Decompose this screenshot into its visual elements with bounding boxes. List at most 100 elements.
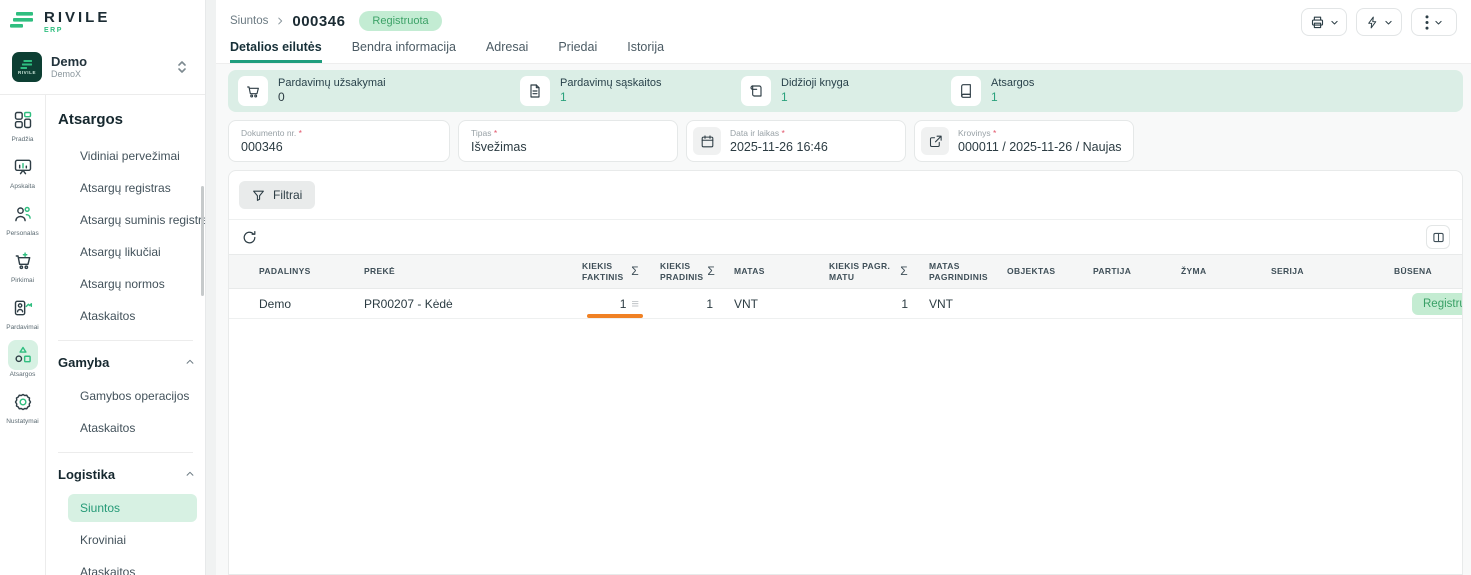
sum-sigma-icon[interactable]: Σ <box>627 264 639 279</box>
sidebar-item-atsargų-normos[interactable]: Atsargų normos <box>68 270 197 298</box>
field-value: 000346 <box>241 140 302 154</box>
tab-bendra-informacija[interactable]: Bendra informacija <box>352 40 456 63</box>
column-header-kiekis_pagr_matu[interactable]: KIEKIS PAGR. MATUΣ <box>816 255 916 288</box>
sidebar-item-siuntos[interactable]: Siuntos <box>68 494 197 522</box>
column-header-padalinys[interactable]: PADALINYS <box>229 255 351 288</box>
cargo-field[interactable]: Krovinys *000011 / 2025-11-26 / Naujas <box>914 120 1134 162</box>
datetime-field[interactable]: Data ir laikas *2025-11-26 16:46 <box>686 120 906 162</box>
cell-zyma[interactable] <box>1168 289 1258 318</box>
field-label: Data ir laikas * <box>730 128 828 138</box>
page-header: Siuntos 000346 Registruota Detalios eilu… <box>216 0 1471 64</box>
column-label: PADALINYS <box>259 266 343 277</box>
pirkimai-icon <box>8 246 38 276</box>
table-row[interactable]: DemoPR00207 - Kėdė1≡1VNT1VNTRegistruota <box>229 289 1463 319</box>
icon-rail: PradžiaApskaitaPersonalasPirkimaiPardavi… <box>0 95 46 575</box>
sidebar-item-ataskaitos[interactable]: Ataskaitos <box>68 302 197 330</box>
tab-istorija[interactable]: Istorija <box>627 40 664 63</box>
sidebar-item-vidiniai-pervežimai[interactable]: Vidiniai pervežimai <box>68 142 197 170</box>
cell-kiekis_pagr_matu[interactable]: 1 <box>816 289 916 318</box>
chevron-up-icon <box>185 355 195 370</box>
column-header-kiekis_faktinis[interactable]: KIEKIS FAKTINISΣ <box>569 255 647 288</box>
stat-item[interactable]: Pardavimų sąskaitos1 <box>520 76 741 106</box>
header-actions <box>1301 8 1457 36</box>
actions-menu-button[interactable] <box>1356 8 1402 36</box>
type-field[interactable]: Tipas *Išvežimas <box>458 120 678 162</box>
column-header-preke[interactable]: PREKĖ <box>351 255 569 288</box>
column-header-kiekis_pradinis[interactable]: KIEKIS PRADINISΣ <box>647 255 721 288</box>
column-header-matas[interactable]: MATAS <box>721 255 816 288</box>
cell-kiekis_pradinis[interactable]: 1 <box>647 289 721 318</box>
cell-busena[interactable]: Registruota <box>1381 289 1463 318</box>
column-header-matas_pagrindinis[interactable]: MATAS PAGRINDINIS <box>916 255 994 288</box>
field-label: Krovinys * <box>958 128 1122 138</box>
sidebar-item-ataskaitos[interactable]: Ataskaitos <box>68 414 197 442</box>
cell-kiekis_faktinis[interactable]: 1≡ <box>569 289 647 318</box>
tab-priedai[interactable]: Priedai <box>558 40 597 63</box>
cell-matas_pagrindinis[interactable]: VNT <box>916 289 994 318</box>
sum-sigma-icon[interactable]: Σ <box>703 264 715 279</box>
column-settings-button[interactable] <box>1426 225 1450 249</box>
document-fields: Dokumento nr. *000346Tipas *IšvežimasDat… <box>228 120 1463 162</box>
refresh-button[interactable] <box>242 230 257 245</box>
row-menu-icon[interactable]: ≡ <box>631 296 639 311</box>
rail-item-pirkimai[interactable]: Pirkimai <box>0 246 46 293</box>
workspace-name: Demo <box>51 55 87 69</box>
more-menu-button[interactable] <box>1411 8 1457 36</box>
column-header-objektas[interactable]: OBJEKTAS <box>994 255 1080 288</box>
rail-item-pardavimai[interactable]: Pardavimai <box>0 293 46 340</box>
stat-label: Didžioji knyga <box>781 77 849 90</box>
breadcrumb-root-link[interactable]: Siuntos <box>230 15 268 27</box>
cell-matas[interactable]: VNT <box>721 289 816 318</box>
sidebar-item-atsargų-likučiai[interactable]: Atsargų likučiai <box>68 238 197 266</box>
cell-objektas[interactable] <box>994 289 1080 318</box>
filters-button[interactable]: Filtrai <box>239 181 315 209</box>
cell-preke[interactable]: PR00207 - Kėdė <box>351 289 569 318</box>
cell-value: VNT <box>734 297 758 311</box>
field-label: Tipas * <box>471 128 527 138</box>
column-header-busena[interactable]: BŪSENA <box>1381 255 1463 288</box>
rail-item-nustatymai[interactable]: Nustatymai <box>0 387 46 434</box>
menu-section-gamyba[interactable]: Gamyba <box>58 355 195 370</box>
workspace-selector[interactable]: RIVILE Demo DemoX <box>8 48 197 86</box>
column-label: MATAS <box>734 266 808 277</box>
rail-item-pradzia[interactable]: Pradžia <box>0 105 46 152</box>
printer-icon <box>1310 15 1325 30</box>
rail-item-personalas[interactable]: Personalas <box>0 199 46 246</box>
document-number-field[interactable]: Dokumento nr. *000346 <box>228 120 450 162</box>
tab-adresai[interactable]: Adresai <box>486 40 528 63</box>
rail-item-atsargos[interactable]: Atsargos <box>0 340 46 387</box>
chevron-down-icon <box>1330 18 1339 27</box>
cell-padalinys[interactable]: Demo <box>229 289 351 318</box>
cell-serija[interactable] <box>1258 289 1381 318</box>
rivile-logo-icon <box>10 10 36 32</box>
rail-item-label: Atsargos <box>10 371 36 378</box>
sidebar-item-atsargų-suminis-registras[interactable]: Atsargų suminis registras <box>68 206 197 234</box>
breadcrumb: Siuntos 000346 Registruota <box>230 8 1459 34</box>
column-label: PARTIJA <box>1093 266 1160 277</box>
rail-item-apskaita[interactable]: Apskaita <box>0 152 46 199</box>
sidebar-item-ataskaitos[interactable]: Ataskaitos <box>68 558 197 575</box>
left-panel: RIVILE ERP RIVILE Demo DemoX PradžiaApsk… <box>0 0 206 575</box>
tab-detalios-eilutės[interactable]: Detalios eilutės <box>230 40 322 63</box>
stat-item[interactable]: Didžioji knyga1 <box>741 76 951 106</box>
sidebar-groups: Vidiniai pervežimai Atsargų registras Atsa… <box>56 142 205 575</box>
column-label: BŪSENA <box>1394 266 1463 277</box>
sidebar-item-gamybos-operacijos[interactable]: Gamybos operacijos <box>68 382 197 410</box>
column-header-partija[interactable]: PARTIJA <box>1080 255 1168 288</box>
sidebar-item-atsargų-registras[interactable]: Atsargų registras <box>68 174 197 202</box>
stat-item[interactable]: Atsargos1 <box>951 76 1034 106</box>
stat-item[interactable]: Pardavimų užsakymai0 <box>238 76 520 106</box>
content: Pardavimų užsakymai0Pardavimų sąskaitos1… <box>216 64 1471 575</box>
sidebar-scrollbar-track[interactable] <box>206 0 216 575</box>
cell-value: VNT <box>929 297 953 311</box>
print-menu-button[interactable] <box>1301 8 1347 36</box>
sidebar-item-kroviniai[interactable]: Kroviniai <box>68 526 197 554</box>
sum-sigma-icon[interactable]: Σ <box>896 264 908 279</box>
brand-logo[interactable]: RIVILE ERP <box>0 0 205 42</box>
cell-partija[interactable] <box>1080 289 1168 318</box>
column-header-serija[interactable]: SERIJA <box>1258 255 1381 288</box>
column-header-zyma[interactable]: ŽYMA <box>1168 255 1258 288</box>
sidebar-scrollbar-thumb[interactable] <box>201 186 204 296</box>
menu-section-logistika[interactable]: Logistika <box>58 467 195 482</box>
required-star: * <box>299 128 302 138</box>
